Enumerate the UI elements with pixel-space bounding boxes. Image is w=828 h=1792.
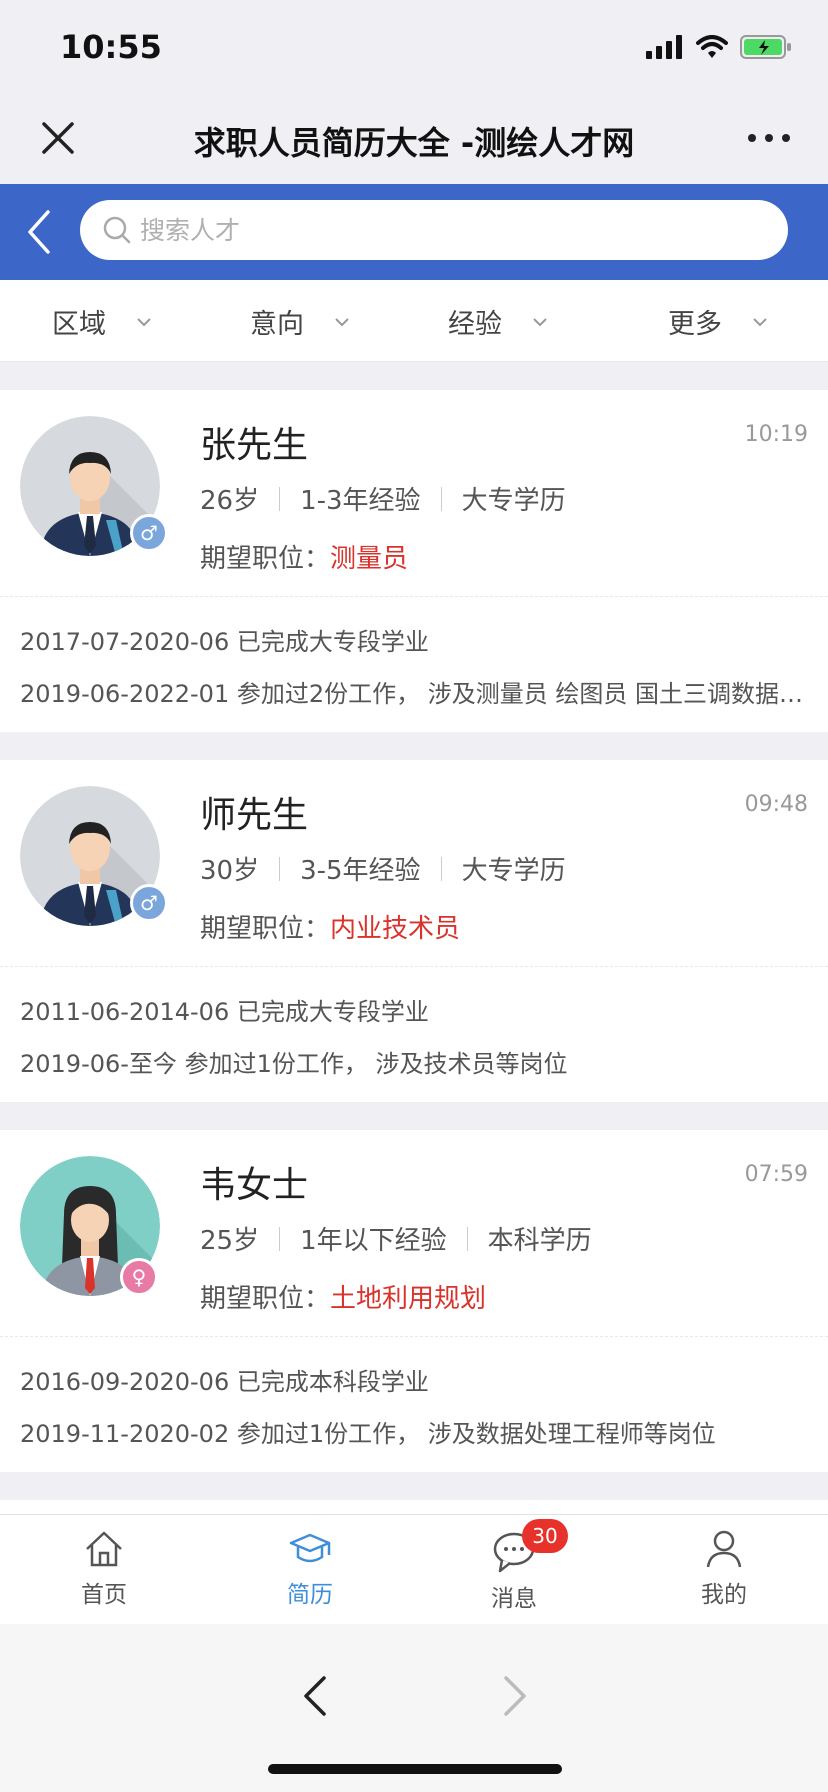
tab-label: 简历 bbox=[287, 1582, 333, 1608]
expected-position: 期望职位：测量员 bbox=[200, 538, 408, 575]
resume-card[interactable]: ♂ 张先生 10:19 26岁 1-3年经验 大专学历 期望职位：测量员 201… bbox=[0, 390, 828, 732]
education: 本科学历 bbox=[487, 1226, 592, 1256]
filter-more[interactable]: 更多 bbox=[668, 302, 768, 341]
status-icons bbox=[646, 34, 792, 60]
filter-label: 区域 bbox=[52, 309, 106, 340]
age: 26岁 bbox=[200, 486, 260, 516]
work-history: 2019-11-2020-02 参加过1份工作， 涉及数据处理工程师等岗位 bbox=[20, 1420, 716, 1448]
experience: 1-3年经验 bbox=[300, 486, 421, 516]
resume-card[interactable]: ♂ 师先生 09:48 30岁 3-5年经验 大专学历 期望职位：内业技术员 2… bbox=[0, 760, 828, 1102]
tab-label: 首页 bbox=[81, 1582, 127, 1608]
separator bbox=[466, 1226, 468, 1251]
expected-position: 期望职位：内业技术员 bbox=[200, 908, 460, 945]
user-icon bbox=[706, 1530, 742, 1568]
age: 25岁 bbox=[200, 1226, 260, 1256]
signal-icon bbox=[646, 35, 682, 59]
chevron-down-icon bbox=[533, 317, 547, 326]
divider bbox=[0, 596, 828, 597]
filter-experience[interactable]: 经验 bbox=[448, 302, 548, 341]
battery-icon bbox=[740, 35, 791, 59]
education: 大专学历 bbox=[461, 856, 566, 886]
more-icon[interactable] bbox=[744, 116, 794, 160]
browser-forward-icon[interactable] bbox=[500, 1674, 530, 1718]
candidate-name: 韦女士 bbox=[200, 1165, 309, 1206]
filter-intent[interactable]: 意向 bbox=[250, 302, 350, 341]
education-history: 2011-06-2014-06 已完成大专段学业 bbox=[20, 998, 429, 1026]
tab-label: 消息 bbox=[491, 1586, 537, 1612]
status-bar: 10:55 bbox=[0, 0, 828, 92]
filter-region[interactable]: 区域 bbox=[52, 302, 152, 341]
chevron-down-icon bbox=[335, 317, 349, 326]
candidate-name: 张先生 bbox=[200, 425, 309, 466]
intent-label: 期望职位： bbox=[200, 544, 331, 574]
intent-label: 期望职位： bbox=[200, 1284, 331, 1314]
expected-position: 期望职位：土地利用规划 bbox=[200, 1278, 486, 1315]
tab-bar: 首页 简历 30 消息 我的 bbox=[0, 1514, 828, 1624]
search-bar bbox=[0, 184, 828, 280]
tab-profile[interactable]: 我的 bbox=[664, 1527, 784, 1609]
home-icon bbox=[86, 1531, 122, 1567]
search-box[interactable] bbox=[80, 200, 788, 260]
divider bbox=[0, 1336, 828, 1337]
search-input[interactable] bbox=[140, 200, 760, 260]
education: 大专学历 bbox=[461, 486, 566, 516]
filter-label: 意向 bbox=[250, 309, 304, 340]
male-icon: ♂ bbox=[130, 884, 168, 922]
intent-job: 内业技术员 bbox=[330, 914, 461, 944]
filter-label: 更多 bbox=[668, 309, 722, 340]
education-history: 2017-07-2020-06 已完成大专段学业 bbox=[20, 628, 429, 656]
male-icon: ♂ bbox=[130, 514, 168, 552]
tab-messages[interactable]: 30 消息 bbox=[454, 1519, 574, 1613]
separator bbox=[440, 486, 442, 511]
candidate-meta: 26岁 1-3年经验 大专学历 bbox=[200, 480, 566, 517]
back-icon[interactable] bbox=[18, 206, 58, 258]
separator bbox=[440, 856, 442, 881]
update-time: 07:59 bbox=[744, 1162, 808, 1187]
work-history: 2019-06-2022-01 参加过2份工作， 涉及测量员 绘图员 国土三调数… bbox=[20, 680, 810, 708]
update-time: 10:19 bbox=[744, 422, 808, 447]
home-indicator bbox=[268, 1764, 562, 1774]
unread-badge: 30 bbox=[522, 1519, 568, 1553]
divider bbox=[0, 966, 828, 967]
intent-job: 土地利用规划 bbox=[330, 1284, 487, 1314]
search-icon bbox=[103, 216, 131, 244]
browser-back-icon[interactable] bbox=[300, 1674, 330, 1718]
wifi-icon bbox=[696, 35, 728, 58]
experience: 1年以下经验 bbox=[300, 1226, 447, 1256]
candidate-meta: 30岁 3-5年经验 大专学历 bbox=[200, 850, 566, 887]
education-history: 2016-09-2020-06 已完成本科段学业 bbox=[20, 1368, 429, 1396]
separator bbox=[279, 1226, 281, 1251]
work-history: 2019-06-至今 参加过1份工作， 涉及技术员等岗位 bbox=[20, 1050, 568, 1078]
intent-job: 测量员 bbox=[330, 544, 409, 574]
tab-home[interactable]: 首页 bbox=[44, 1527, 164, 1609]
intent-label: 期望职位： bbox=[200, 914, 331, 944]
nav-bar: 求职人员简历大全 -测绘人才网 bbox=[0, 92, 828, 184]
age: 30岁 bbox=[200, 856, 260, 886]
filter-label: 经验 bbox=[448, 309, 502, 340]
experience: 3-5年经验 bbox=[300, 856, 421, 886]
separator bbox=[279, 486, 281, 511]
resume-card[interactable]: ♀ 韦女士 07:59 25岁 1年以下经验 本科学历 期望职位：土地利用规划 … bbox=[0, 1130, 828, 1472]
close-icon[interactable] bbox=[36, 116, 80, 160]
page-title: 求职人员简历大全 -测绘人才网 bbox=[193, 124, 635, 162]
candidate-meta: 25岁 1年以下经验 本科学历 bbox=[200, 1220, 592, 1257]
candidate-name: 师先生 bbox=[200, 795, 309, 836]
update-time: 09:48 bbox=[744, 792, 808, 817]
status-time: 10:55 bbox=[60, 28, 162, 66]
graduation-cap-icon bbox=[289, 1533, 331, 1563]
female-icon: ♀ bbox=[120, 1258, 158, 1296]
separator bbox=[279, 856, 281, 881]
filter-bar: 区域 意向 经验 更多 bbox=[0, 280, 828, 362]
chevron-down-icon bbox=[753, 317, 767, 326]
tab-resume[interactable]: 简历 bbox=[250, 1527, 370, 1609]
tab-label: 我的 bbox=[701, 1582, 747, 1608]
chevron-down-icon bbox=[137, 317, 151, 326]
